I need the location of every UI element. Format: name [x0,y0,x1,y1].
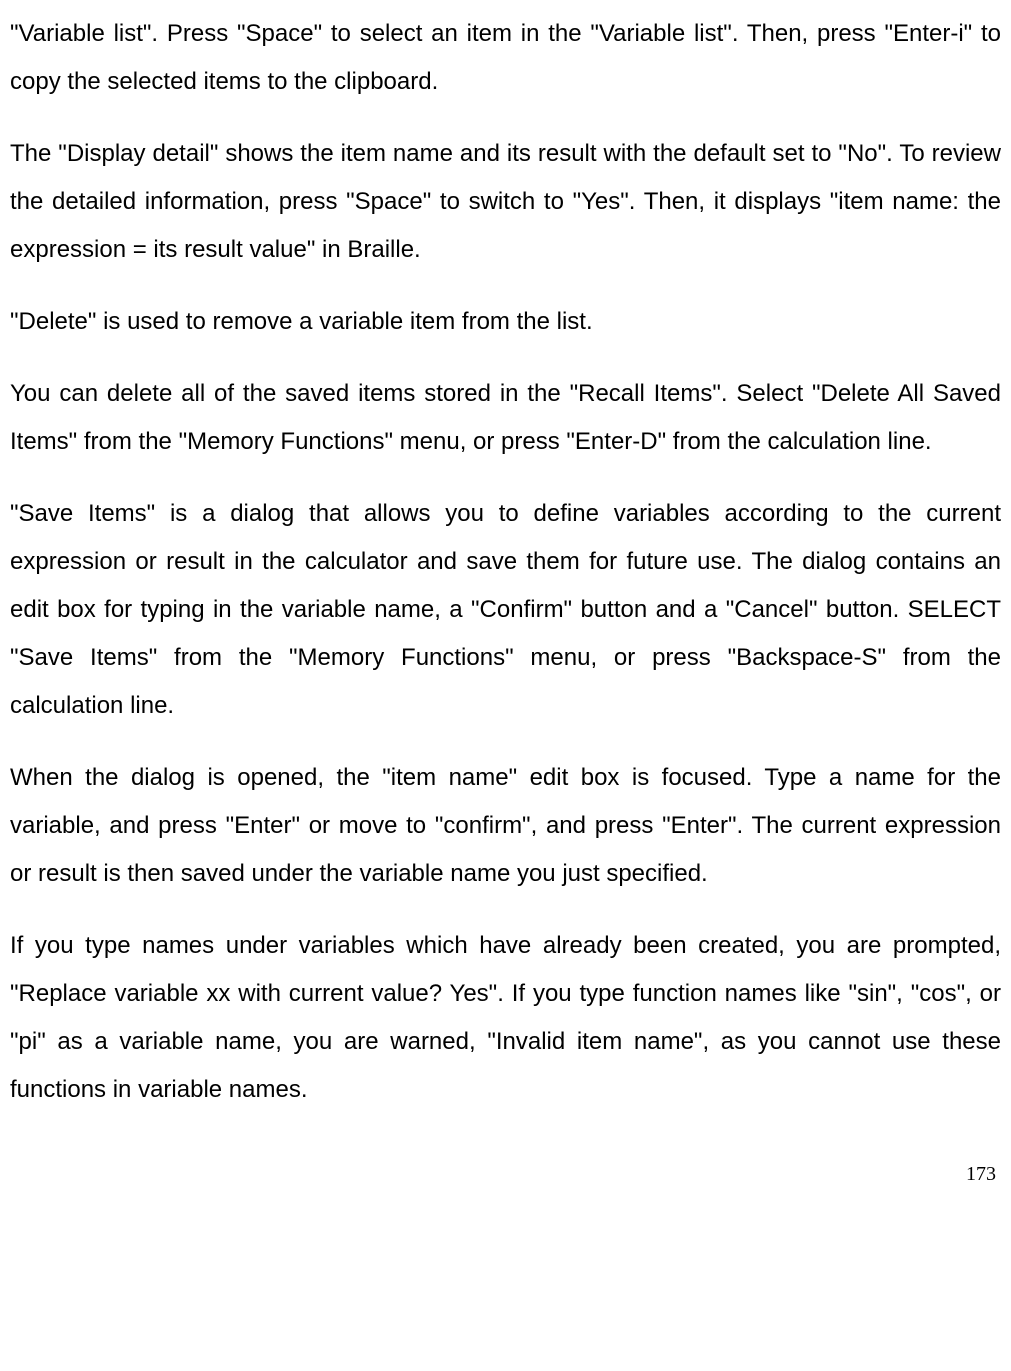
body-paragraph-5: "Save Items" is a dialog that allows you… [10,490,1001,730]
body-paragraph-3: "Delete" is used to remove a variable it… [10,298,1001,346]
body-paragraph-4: You can delete all of the saved items st… [10,370,1001,466]
body-paragraph-6: When the dialog is opened, the "item nam… [10,754,1001,898]
page-number: 173 [10,1154,1001,1194]
body-paragraph-1: "Variable list". Press "Space" to select… [10,10,1001,106]
body-paragraph-7: If you type names under variables which … [10,922,1001,1114]
body-paragraph-2: The "Display detail" shows the item name… [10,130,1001,274]
